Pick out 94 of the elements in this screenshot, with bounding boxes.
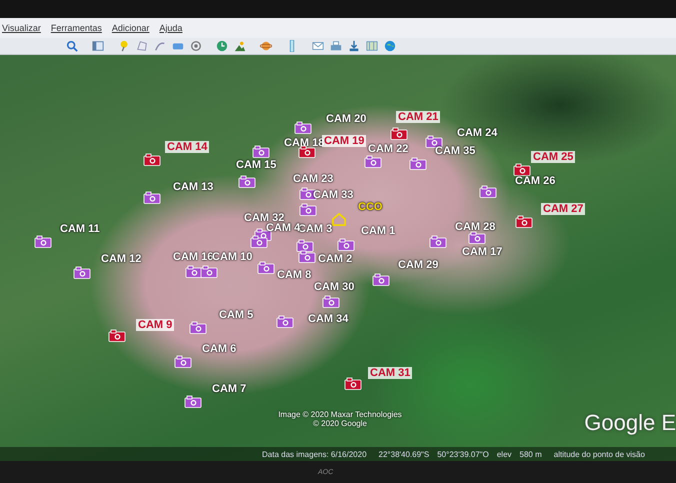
longitude-text: 50°23'39.07"O [437,450,489,458]
camera-icon[interactable] [185,265,203,278]
camera-icon[interactable] [299,203,317,216]
camera-icon[interactable] [257,261,275,274]
marker-label: CAM 17 [462,246,502,258]
marker-label: CAM 8 [277,269,312,281]
logo-text: Google E [584,410,676,436]
path-icon[interactable] [154,40,166,52]
menu-item[interactable]: Adicionar [112,23,150,33]
camera-icon[interactable] [344,377,362,390]
marker-label: CAM 30 [314,281,354,293]
camera-icon[interactable] [73,266,91,279]
camera-icon[interactable] [372,273,390,286]
marker-label: CAM 31 [368,367,412,379]
marker-label: CAM 2 [318,253,352,265]
eye-altitude-label: altitude do ponto de visão [554,450,645,458]
download-icon[interactable] [348,40,360,52]
marker-label: CAM 4 [266,222,300,234]
clock-icon[interactable] [216,40,228,52]
marker-label: CAM 19 [322,135,366,147]
marker-label: CAM 10 [212,251,252,263]
menu-item[interactable]: Visualizar [2,23,41,33]
camera-icon[interactable] [250,235,268,248]
marker-label: CAM 6 [202,343,236,355]
camera-icon[interactable] [390,127,408,140]
attribution-text: © 2020 Google [313,419,367,428]
camera-icon[interactable] [425,135,443,148]
camera-icon[interactable] [298,250,316,263]
marker-label: CAM 14 [165,141,210,153]
map-icon[interactable] [366,40,378,52]
camera-icon[interactable] [238,175,256,188]
camera-icon[interactable] [189,321,207,334]
camera-icon[interactable] [252,145,270,158]
camera-icon[interactable] [143,153,161,166]
camera-icon[interactable] [364,155,382,168]
camera-icon[interactable] [34,235,52,248]
marker-label: CAM 22 [368,143,408,155]
marker-label: CAM 23 [293,173,334,185]
menu-item[interactable]: Ajuda [159,23,182,33]
marker-label: CAM 11 [60,223,100,235]
search-icon[interactable] [66,40,78,52]
marker-label: CAM 25 [531,151,576,163]
attribution-text: Image © 2020 Maxar Technologies [278,410,402,419]
marker-label: CAM 1 [361,225,396,237]
marker-label: CAM 27 [541,203,586,215]
camera-icon[interactable] [468,231,486,244]
elevation-label: elev [496,450,512,458]
marker-label: CAM 32 [244,212,284,224]
polygon-icon[interactable] [136,40,148,52]
camera-icon[interactable] [479,185,497,198]
printer-icon[interactable] [330,40,342,52]
marker-label: CAM 34 [308,313,348,325]
marker-label: CAM 12 [101,253,142,265]
marker-label: CAM 35 [435,145,476,157]
marker-label: CAM 13 [173,181,214,193]
camera-icon[interactable] [174,355,192,368]
marker-label: CAM 5 [219,309,254,321]
camera-icon[interactable] [409,157,427,170]
camera-icon[interactable] [513,163,531,176]
marker-label: CAM 21 [396,111,440,123]
camera-icon[interactable] [296,239,314,252]
marker-label: CAM 20 [326,113,366,125]
camera-icon[interactable] [337,238,355,251]
sidebar-icon[interactable] [92,40,104,52]
menu-item[interactable]: Ferramentas [50,23,102,33]
email-icon[interactable] [312,40,324,52]
latitude-text: 22°38'40.69"S [378,450,430,458]
camera-icon[interactable] [429,235,447,248]
marker-label: CAM 26 [515,175,556,187]
globe-icon[interactable] [384,40,396,52]
camera-icon[interactable] [298,145,316,158]
marker-label: CAM 16 [173,251,214,263]
marker-label: CAM 24 [457,127,498,139]
pushpin-icon[interactable] [118,40,130,52]
camera-icon[interactable] [276,315,294,328]
record-icon[interactable] [190,40,202,52]
camera-icon[interactable] [200,265,218,278]
planet-icon[interactable] [260,40,272,52]
marker-label: CAM 28 [455,221,496,233]
marker-label: CCO [358,201,382,213]
marker-label: CAM 9 [136,319,174,331]
camera-icon[interactable] [108,329,126,342]
camera-icon[interactable] [322,295,340,308]
marker-label: CAM 7 [212,383,246,395]
camera-icon[interactable] [184,395,202,408]
camera-icon[interactable] [294,121,312,134]
camera-icon[interactable] [515,215,533,228]
imagery-date: Data das imagens: 6/16/2020 [262,450,367,458]
landscape-icon[interactable] [234,40,246,52]
camera-icon[interactable] [143,191,161,204]
marker-label: CAM 15 [236,159,276,171]
elevation-value: 580 m [520,450,542,458]
marker-label: CAM 29 [398,259,438,271]
satellite-map[interactable] [0,55,676,461]
